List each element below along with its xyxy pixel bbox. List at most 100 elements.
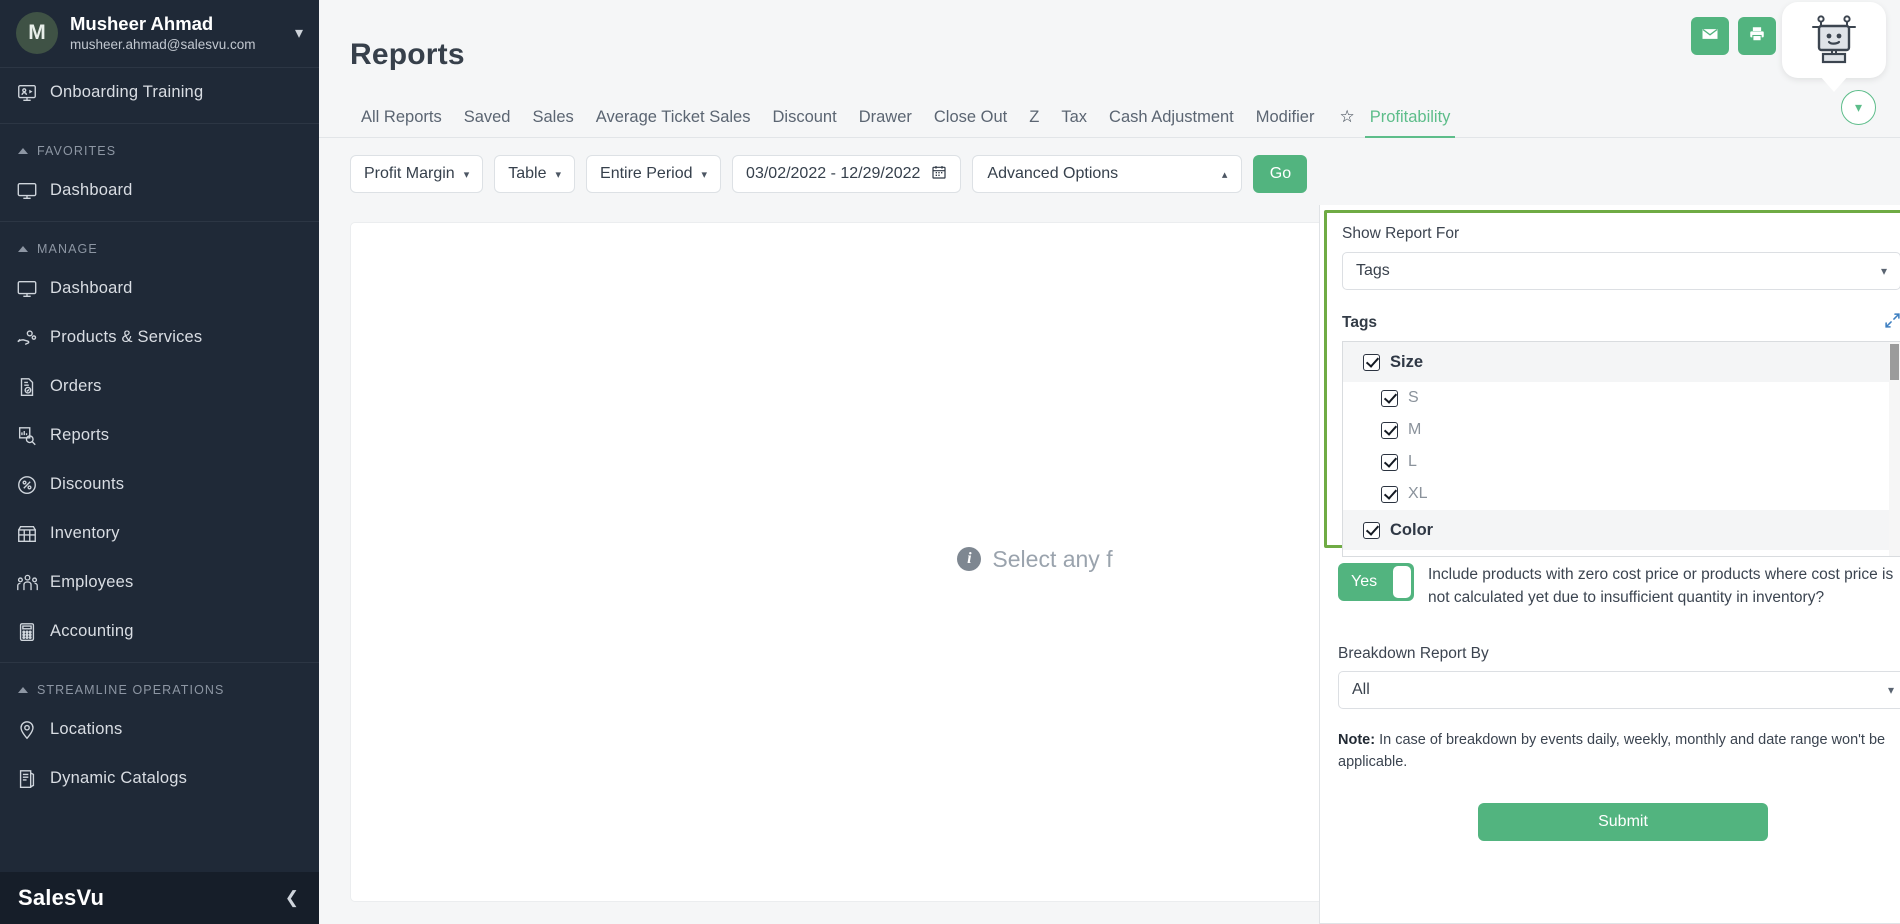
expand-arrows-icon[interactable] [1884, 312, 1900, 333]
sidebar-item-label: Locations [50, 720, 123, 738]
divider [0, 662, 319, 663]
date-range-input[interactable]: 03/02/2022 - 12/29/2022 [732, 155, 962, 193]
caret-up-icon [18, 148, 28, 154]
chevron-down-icon: ▾ [555, 168, 562, 181]
tag-checkbox[interactable] [1381, 389, 1398, 407]
sidebar-item-employees[interactable]: Employees [0, 558, 319, 607]
tag-checkbox[interactable] [1381, 453, 1398, 471]
report-type-dropdown[interactable]: Profit Margin ▾ [350, 155, 484, 193]
toggle-value: Yes [1351, 573, 1378, 590]
user-email: musheer.ahmad@salesvu.com [70, 36, 256, 52]
divider [0, 221, 319, 222]
tag-checkbox[interactable] [1381, 485, 1398, 503]
empty-state-message: i Select any f [957, 545, 1113, 573]
advanced-options-dropdown[interactable]: Advanced Options ▴ [972, 155, 1243, 193]
tab-discount[interactable]: Discount [761, 108, 847, 138]
print-button[interactable] [1738, 17, 1776, 55]
tag-row[interactable]: S [1343, 382, 1900, 414]
tags-tree-list[interactable]: Size S M L XL Color [1342, 341, 1900, 557]
tag-checkbox[interactable] [1363, 521, 1380, 539]
percent-icon [16, 474, 50, 496]
inventory-icon [16, 523, 50, 545]
tags-list-scroll-thumb[interactable] [1890, 344, 1899, 380]
sidebar-item-reports[interactable]: Reports [0, 411, 319, 460]
tag-row[interactable]: XL [1343, 478, 1900, 510]
tag-checkbox[interactable] [1381, 421, 1398, 439]
tag-row[interactable]: L [1343, 446, 1900, 478]
sidebar-item-dynamic-catalogs[interactable]: Dynamic Catalogs [0, 754, 319, 803]
sidebar-item-products-services[interactable]: Products & Services [0, 313, 319, 362]
view-type-dropdown[interactable]: Table ▾ [494, 155, 576, 193]
chat-assistant-avatar[interactable] [1782, 2, 1886, 92]
tab-all-reports[interactable]: All Reports [350, 108, 453, 138]
sidebar-group-streamline-operations[interactable]: STREAMLINE OPERATIONS [0, 669, 319, 705]
tab-z[interactable]: Z [1018, 108, 1050, 138]
sidebar-item-dashboard-fav[interactable]: Dashboard [0, 166, 319, 215]
chevron-down-icon[interactable]: ▾ [289, 23, 303, 43]
tags-list-scrollbar[interactable] [1889, 342, 1900, 556]
tag-row[interactable]: White [1343, 550, 1900, 556]
sidebar-item-inventory[interactable]: Inventory [0, 509, 319, 558]
tab-profitability[interactable]: Profitability [1359, 108, 1462, 138]
advanced-options-label: Advanced Options [987, 165, 1119, 182]
tab-average-ticket-sales[interactable]: Average Ticket Sales [585, 108, 762, 138]
tag-group-row[interactable]: Size [1343, 342, 1900, 382]
chevron-down-icon: ▾ [1880, 264, 1887, 278]
sidebar-item-label: Employees [50, 573, 134, 591]
collapse-sidebar-button[interactable]: ❮ [285, 888, 299, 908]
tag-label: Color [1390, 520, 1434, 539]
robot-icon [1806, 12, 1862, 69]
email-button[interactable] [1691, 17, 1729, 55]
tabs-expand-button[interactable]: ▾ [1841, 90, 1876, 125]
tag-checkbox[interactable] [1363, 353, 1380, 371]
breakdown-select[interactable]: All ▾ [1338, 671, 1900, 709]
show-report-for-select[interactable]: Tags ▾ [1342, 252, 1900, 290]
divider [0, 123, 319, 124]
breakdown-label: Breakdown Report By [1338, 645, 1489, 662]
sidebar-item-onboarding-training[interactable]: Onboarding Training [0, 68, 319, 117]
empty-state-text: Select any f [992, 545, 1113, 572]
advanced-options-panel: Show Report For Tags ▾ Tags Size S M L X… [1319, 205, 1900, 924]
show-report-for-label: Show Report For [1342, 225, 1460, 242]
submit-button[interactable]: Submit [1478, 803, 1768, 841]
tab-saved[interactable]: Saved [453, 108, 522, 138]
sidebar-group-manage[interactable]: MANAGE [0, 228, 319, 264]
tag-label: Size [1390, 352, 1424, 371]
zero-cost-question: Include products with zero cost price or… [1428, 566, 1894, 607]
reports-icon [16, 425, 50, 447]
favorite-star-icon[interactable]: ☆ [1325, 108, 1358, 137]
chevron-down-icon: ▾ [463, 168, 470, 181]
caret-up-icon [18, 687, 28, 693]
info-icon: i [957, 547, 982, 571]
tab-tax[interactable]: Tax [1050, 108, 1098, 138]
app-root: M Musheer Ahmad musheer.ahmad@salesvu.co… [0, 0, 1900, 924]
go-button[interactable]: Go [1253, 155, 1308, 193]
report-tabs: All Reports Saved Sales Average Ticket S… [319, 90, 1900, 138]
chevron-down-icon: ▾ [1887, 683, 1894, 697]
tab-drawer[interactable]: Drawer [848, 108, 923, 138]
sidebar-user-profile[interactable]: M Musheer Ahmad musheer.ahmad@salesvu.co… [0, 0, 319, 68]
orders-icon [16, 376, 50, 398]
sidebar-item-discounts[interactable]: Discounts [0, 460, 319, 509]
sidebar-item-dashboard[interactable]: Dashboard [0, 264, 319, 313]
sidebar-item-accounting[interactable]: Accounting [0, 607, 319, 656]
sidebar-group-label: MANAGE [37, 242, 98, 256]
period-dropdown[interactable]: Entire Period ▾ [586, 155, 722, 193]
tab-sales[interactable]: Sales [522, 108, 585, 138]
zero-cost-toggle[interactable]: Yes [1338, 563, 1414, 601]
tag-label: M [1408, 421, 1422, 438]
sidebar-item-label: Dynamic Catalogs [50, 769, 188, 787]
period-value: Entire Period [600, 165, 693, 182]
tag-group-row[interactable]: Color [1343, 510, 1900, 550]
tab-modifier[interactable]: Modifier [1245, 108, 1326, 138]
note-prefix: Note: [1338, 732, 1376, 748]
tag-row[interactable]: M [1343, 414, 1900, 446]
tab-cash-adjustment[interactable]: Cash Adjustment [1098, 108, 1245, 138]
sidebar-group-favorites[interactable]: FAVORITES [0, 130, 319, 166]
products-icon [16, 327, 50, 349]
tab-close-out[interactable]: Close Out [923, 108, 1018, 138]
sidebar-item-locations[interactable]: Locations [0, 705, 319, 754]
toggle-knob [1393, 566, 1411, 598]
envelope-icon [1701, 25, 1719, 48]
sidebar-item-orders[interactable]: Orders [0, 362, 319, 411]
